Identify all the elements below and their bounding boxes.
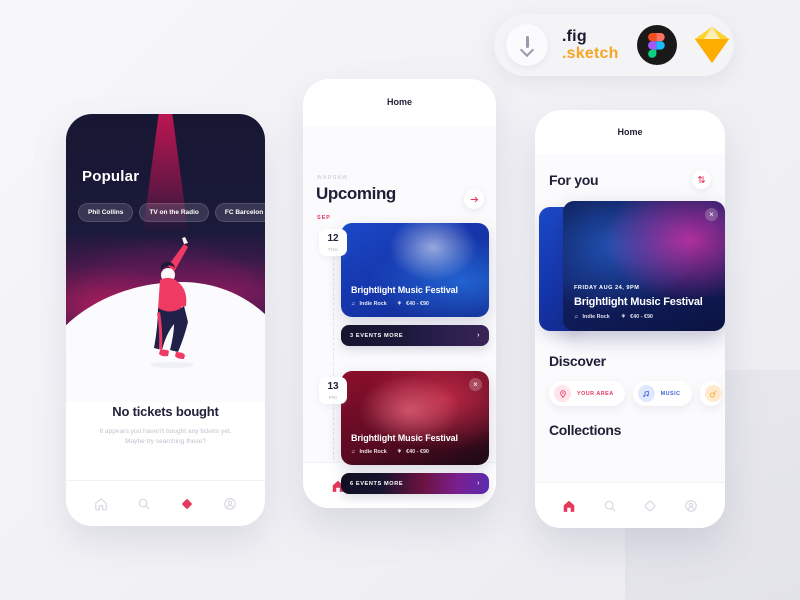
more-events-bar[interactable]: 6 EVENTS MORE › <box>341 473 489 494</box>
for-you-carousel: × FRIDAY AUG 24, 9PM Brightlight Music F… <box>539 201 725 337</box>
phone-screen-upcoming: Home WARSAW Upcoming SEP 12 THU Brightli… <box>303 79 496 508</box>
event-card-text: Brightlight Music Festival ♫ Indie Rock … <box>351 285 479 307</box>
fig-format-label: .fig <box>562 27 587 45</box>
event-card[interactable]: × Brightlight Music Festival ♫ Indie Roc… <box>341 371 489 465</box>
close-icon[interactable]: × <box>469 378 482 391</box>
date-weekday: THU <box>327 247 339 252</box>
discover-chip-your-area[interactable]: YOUR AREA <box>549 381 625 406</box>
event-meta: ♫ Indie Rock ⚘ €40 - €90 <box>574 314 714 320</box>
section-for-you: For you <box>549 154 711 189</box>
event-meta: ♫ Indie Rock ⚘ €40 - €90 <box>351 301 479 307</box>
search-icon[interactable] <box>137 497 151 511</box>
event-price: ⚘ €40 - €90 <box>396 449 429 455</box>
sort-arrows-icon <box>698 176 705 183</box>
section-collections: Collections <box>549 406 711 438</box>
empty-state-subtitle: It appears you haven't bought any ticket… <box>99 428 232 446</box>
screen2-body: WARSAW Upcoming SEP 12 THU Brightlight M… <box>303 125 496 508</box>
home-icon[interactable] <box>94 497 108 511</box>
chip-phil-collins[interactable]: Phil Collins <box>78 203 134 222</box>
section-title-for-you: For you <box>549 171 599 188</box>
screen2-header-title: Home <box>386 97 412 107</box>
music-note-icon <box>637 385 655 402</box>
chevron-right-icon: › <box>477 332 480 339</box>
phone-screen-popular: Popular Phil Collins TV on the Radio FC … <box>66 114 265 526</box>
bottom-navigation[interactable] <box>66 480 265 526</box>
event-meta: ♫ Indie Rock ⚘ €40 - €90 <box>351 449 479 455</box>
guitar-icon <box>704 385 722 402</box>
figma-logo-icon[interactable] <box>636 25 677 65</box>
event-datetime: FRIDAY AUG 24, 9PM <box>574 285 640 291</box>
screen3-header-title: Home <box>617 127 643 137</box>
page-title: Popular <box>82 168 140 185</box>
date-day: 12 <box>327 233 339 244</box>
month-label: SEP <box>317 215 331 221</box>
fan-illustration-icon <box>150 237 194 368</box>
file-formats: .fig .sketch <box>562 28 619 63</box>
chip-fc-barcelona[interactable]: FC Barcelon <box>214 203 265 222</box>
more-events-bar[interactable]: 3 EVENTS MORE › <box>341 325 489 346</box>
diamond-ticket-icon[interactable] <box>180 497 194 511</box>
more-events-label: 6 EVENTS MORE <box>350 480 404 487</box>
upcoming-next-button[interactable] <box>464 189 484 209</box>
discover-chip-guitar[interactable] <box>699 381 722 406</box>
event-price: ⚘ €40 - €90 <box>396 301 429 307</box>
for-you-card[interactable]: × FRIDAY AUG 24, 9PM Brightlight Music F… <box>563 201 725 331</box>
timeline-divider <box>333 233 334 460</box>
event-name: Brightlight Music Festival <box>351 433 458 443</box>
phone-screen-foryou: Home For you × FRIDAY AUG 24, 9PM Bright… <box>535 110 725 528</box>
download-button[interactable] <box>506 24 548 66</box>
discover-chip-label: YOUR AREA <box>577 390 614 397</box>
sketch-diamond-icon[interactable] <box>691 25 733 65</box>
date-day: 13 <box>327 381 339 392</box>
section-discover: Discover <box>549 337 711 369</box>
section-title-collections: Collections <box>549 422 622 438</box>
section-title-discover: Discover <box>549 353 606 369</box>
date-chip: 13 FRI <box>319 377 347 404</box>
chip-tv-on-the-radio[interactable]: TV on the Radio <box>139 203 209 222</box>
sketch-format-label: .sketch <box>562 45 619 62</box>
location-name: WARSAW <box>317 175 349 181</box>
screen2-header: Home <box>303 79 496 125</box>
diamond-ticket-icon[interactable] <box>643 499 657 513</box>
date-chip: 12 THU <box>319 229 347 256</box>
event-genre: ♫ Indie Rock <box>351 301 387 307</box>
home-icon[interactable] <box>562 499 576 513</box>
profile-icon[interactable] <box>684 499 698 513</box>
empty-state-title: No tickets bought <box>112 404 219 419</box>
location-label[interactable]: WARSAW <box>317 175 348 181</box>
popular-chips: Phil Collins TV on the Radio FC Barcelon <box>78 203 265 222</box>
search-icon[interactable] <box>603 499 617 513</box>
profile-icon[interactable] <box>223 497 237 511</box>
section-title-upcoming: Upcoming <box>316 184 396 203</box>
event-card[interactable]: Brightlight Music Festival ♫ Indie Rock … <box>341 223 489 317</box>
more-events-label: 3 EVENTS MORE <box>350 332 404 339</box>
event-genre: ♫ Indie Rock <box>351 449 387 455</box>
sort-button[interactable] <box>692 170 711 189</box>
discover-chip-label: MUSIC <box>660 390 681 397</box>
hero-illustration: Popular Phil Collins TV on the Radio FC … <box>66 114 265 402</box>
event-genre: ♫ Indie Rock <box>574 314 610 320</box>
location-pin-icon <box>554 385 571 402</box>
event-name: Brightlight Music Festival <box>351 285 458 295</box>
empty-state: No tickets bought It appears you haven't… <box>66 404 265 447</box>
date-weekday: FRI <box>328 395 338 400</box>
download-arrow-icon <box>520 36 534 54</box>
discover-chip-music[interactable]: MUSIC <box>632 381 692 406</box>
event-name: Brightlight Music Festival <box>574 296 703 308</box>
arrow-right-icon <box>470 196 478 202</box>
download-badge[interactable]: .fig .sketch <box>494 14 734 76</box>
close-icon[interactable]: × <box>705 208 718 221</box>
event-card-text: Brightlight Music Festival ♫ Indie Rock … <box>351 433 479 455</box>
screen3-header: Home <box>535 110 725 154</box>
discover-chips: YOUR AREA MUSIC <box>549 381 722 406</box>
chevron-right-icon: › <box>477 480 480 487</box>
event-price: ⚘ €40 - €90 <box>620 314 653 320</box>
screen3-body: For you × FRIDAY AUG 24, 9PM Brightlight… <box>535 154 725 528</box>
for-you-card-text: FRIDAY AUG 24, 9PM Brightlight Music Fes… <box>574 285 714 320</box>
bottom-navigation[interactable] <box>535 482 725 528</box>
